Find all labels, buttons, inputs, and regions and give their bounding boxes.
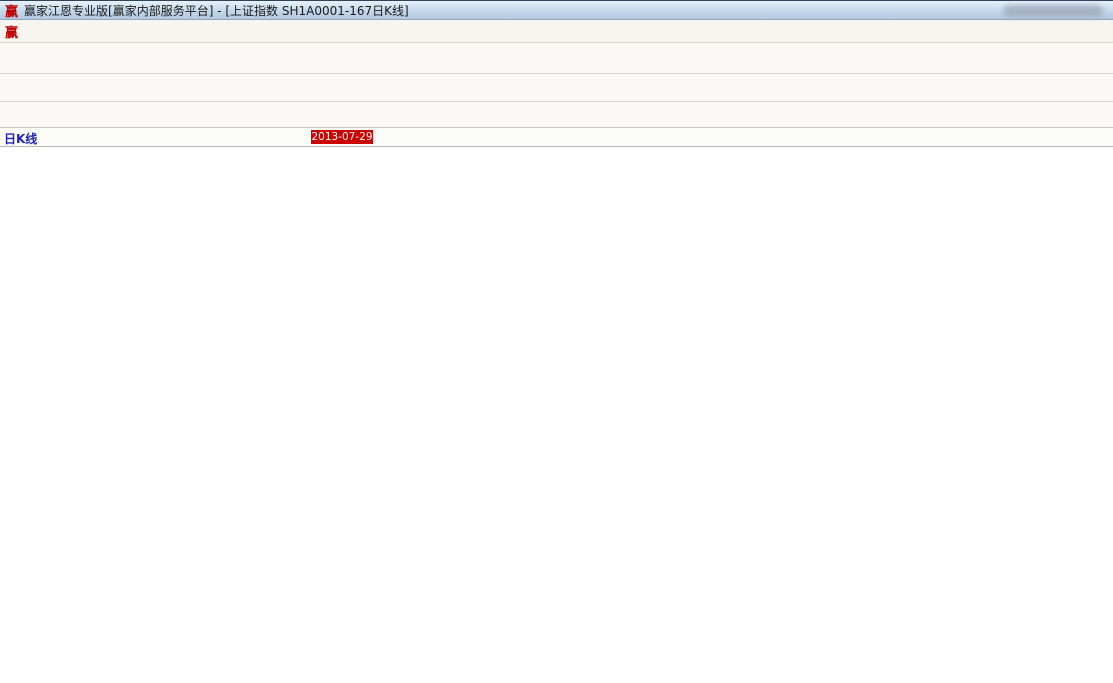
selected-date-badge: 2013-07-29: [311, 130, 373, 144]
icon-toolbar: [0, 74, 1113, 102]
app-logo-icon: 赢: [5, 4, 19, 20]
pane-label-daily-kline: 日K线: [4, 132, 38, 146]
window-title: 赢家江恩专业版[赢家内部服务平台] - [上证指数 SH1A0001-167日K…: [24, 3, 409, 18]
chart-area[interactable]: [0, 147, 1113, 683]
menu-bar: 赢: [0, 20, 1113, 43]
date-axis: 日K线 2013-07-29: [0, 128, 1113, 147]
title-bar: 赢 赢家江恩专业版[赢家内部服务平台] - [上证指数 SH1A0001-167…: [0, 0, 1113, 20]
blurred-region: [1003, 5, 1103, 17]
drawing-toolbar: [0, 102, 1113, 128]
menu-logo-icon: 赢: [5, 25, 19, 41]
main-toolbar: [0, 43, 1113, 74]
